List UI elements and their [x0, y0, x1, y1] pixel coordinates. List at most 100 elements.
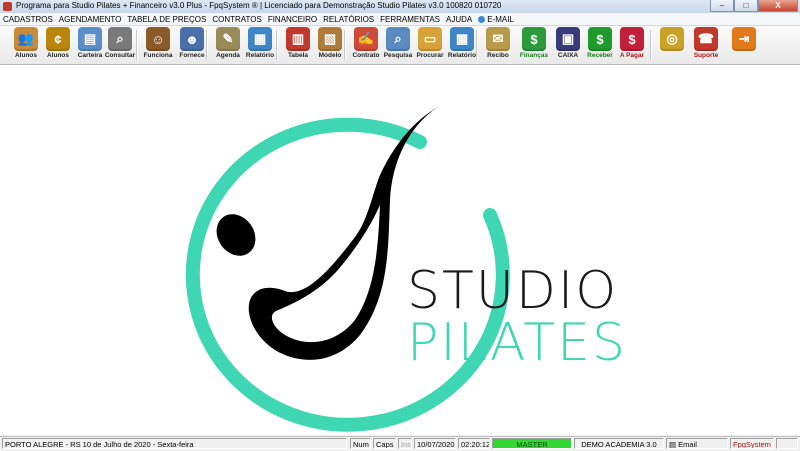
students-icon: 👥 — [14, 27, 38, 51]
toolbar-button-caixa-16[interactable]: ▣ CAIXA — [552, 27, 584, 62]
contract-icon: ✍ — [354, 27, 378, 51]
menu-bar: CADASTROS AGENDAMENTO TABELA DE PREÇOS C… — [0, 13, 800, 26]
status-location: PORTO ALEGRE - RS 10 de Julho de 2020 - … — [2, 438, 347, 449]
toolbar-button-label: A Pagar — [619, 52, 645, 59]
toolbar-button-a-pagar-18[interactable]: $ A Pagar — [616, 27, 648, 62]
gold-coin-icon: ◎ — [660, 27, 684, 51]
menu-agendamento[interactable]: AGENDAMENTO — [56, 15, 125, 24]
menu-ajuda[interactable]: AJUDA — [443, 15, 475, 24]
toolbar-button-label: Alunos — [46, 52, 70, 59]
toolbar-button-relat-rio-13[interactable]: ▦ Relatório — [446, 27, 478, 62]
menu-relatorios[interactable]: RELATÓRIOS — [320, 15, 377, 24]
toolbar-button-alunos-1[interactable]: ¢ Alunos — [42, 27, 74, 62]
toolbar-button-label: Finanças — [519, 52, 549, 59]
report-icon: ▦ — [248, 27, 272, 51]
toolbar-button-label: Contrato — [352, 52, 380, 59]
calendar-icon: ✎ — [216, 27, 240, 51]
toolbar-button-label: Suporte — [693, 52, 719, 59]
toolbar-button-recibo-14[interactable]: ✉ Recibo — [482, 27, 514, 62]
coin-icon: ¢ — [46, 27, 70, 51]
toolbar-button-fornece-5[interactable]: ☻ Fornece — [176, 27, 208, 62]
menu-tabela-de-precos[interactable]: TABELA DE PREÇOS — [124, 15, 209, 24]
title-bar: Programa para Studio Pilates + Financeir… — [0, 0, 800, 14]
toolbar-button-label: Pesquisa — [383, 52, 413, 59]
app-icon — [3, 2, 12, 11]
toolbar-button-consultar-3[interactable]: ⌕ Consultar — [104, 27, 136, 62]
toolbar-separator — [136, 30, 138, 60]
receipt-icon: ✉ — [486, 27, 510, 51]
report-box-icon: ▦ — [450, 27, 474, 51]
toolbar-button-agenda-6[interactable]: ✎ Agenda — [212, 27, 244, 62]
close-button[interactable]: X — [758, 0, 798, 12]
status-brand: FpqSystem — [730, 438, 774, 449]
exit-icon: ⇥ — [732, 27, 756, 51]
toolbar-button-alunos-0[interactable]: 👥 Alunos — [10, 27, 42, 62]
window-controls: ‒ □ X — [710, 0, 798, 12]
toolbar-separator — [476, 30, 478, 60]
template-icon: ▧ — [318, 27, 342, 51]
toolbar-button-label: Relatório — [245, 52, 275, 59]
toolbar-button-pesquisa-11[interactable]: ⌕ Pesquisa — [382, 27, 414, 62]
receive-icon: $ — [588, 27, 612, 51]
pay-icon: $ — [620, 27, 644, 51]
maximize-button[interactable]: □ — [734, 0, 758, 12]
status-company: DEMO ACADEMIA 3.0 — [574, 438, 664, 449]
menu-cadastros[interactable]: CADASTROS — [0, 15, 56, 24]
toolbar-button-label: Carteira — [77, 52, 103, 59]
window-title: Programa para Studio Pilates + Financeir… — [16, 1, 502, 10]
toolbar-button-tabela-8[interactable]: ▥ Tabela — [282, 27, 314, 62]
cashbox-icon: ▣ — [556, 27, 580, 51]
support-icon: ☎ — [694, 27, 718, 51]
logo-figure-head — [216, 214, 256, 256]
status-bar: PORTO ALEGRE - RS 10 de Julho de 2020 - … — [0, 436, 800, 451]
studio-pilates-logo: STUDIO PILATES — [185, 107, 627, 432]
menu-ferramentas[interactable]: FERRAMENTAS — [377, 15, 443, 24]
id-card-icon: ▤ — [78, 27, 102, 51]
toolbar-button-receber-17[interactable]: $ Receber — [584, 27, 616, 62]
price-table-icon: ▥ — [286, 27, 310, 51]
toolbar-button-label: Alunos — [14, 52, 38, 59]
folder-icon: ▭ — [418, 27, 442, 51]
status-email[interactable]: ▤ Email — [666, 438, 728, 449]
toolbar-separator — [276, 30, 278, 60]
logo-line-pilates: PILATES — [407, 313, 627, 373]
toolbar-button-label: Tabela — [287, 52, 309, 59]
menu-financeiro[interactable]: FINANCEIRO — [265, 15, 320, 24]
minimize-button[interactable]: ‒ — [710, 0, 734, 12]
status-grip — [776, 438, 798, 449]
status-caps: Caps — [373, 438, 396, 449]
toolbar-button-finan-as-15[interactable]: $ Finanças — [518, 27, 550, 62]
toolbar-button-gold-coin-19[interactable]: ◎ — [656, 27, 688, 62]
supplier-icon: ☻ — [180, 27, 204, 51]
toolbar-button-relat-rio-7[interactable]: ▦ Relatório — [244, 27, 276, 62]
toolbar-button-carteira-2[interactable]: ▤ Carteira — [74, 27, 106, 62]
toolbar-button-label: Procurar — [416, 52, 444, 59]
toolbar-button-modelo-9[interactable]: ▧ Modelo — [314, 27, 346, 62]
email-globe-icon — [478, 15, 486, 23]
menu-email[interactable]: E-MAIL — [475, 15, 517, 24]
toolbar-button-suporte-20[interactable]: ☎ Suporte — [690, 27, 722, 62]
toolbar-button-procurar-12[interactable]: ▭ Procurar — [414, 27, 446, 62]
toolbar-button-label: Agenda — [216, 52, 240, 59]
status-date: 10/07/2020 — [414, 438, 456, 449]
status-ins: Ins — [398, 438, 412, 449]
toolbar-separator — [344, 30, 346, 60]
status-num: Num — [350, 438, 371, 449]
status-user: MASTER — [492, 438, 572, 449]
toolbar-button-label: Relatório — [447, 52, 477, 59]
toolbar-button-funciona-4[interactable]: ☺ Funciona — [142, 27, 174, 62]
logo-line-studio: STUDIO — [407, 261, 618, 321]
toolbar-button-label: Consultar — [104, 52, 136, 59]
toolbar: 👥 Alunos ¢ Alunos ▤ Carteira ⌕ Consultar ☺ Funcio… — [0, 26, 800, 65]
toolbar-button-contrato-10[interactable]: ✍ Contrato — [350, 27, 382, 62]
status-email-label: Email — [678, 440, 697, 449]
search-doc-icon: ⌕ — [386, 27, 410, 51]
toolbar-button-label: Fornece — [179, 52, 205, 59]
menu-contratos[interactable]: CONTRATOS — [209, 15, 264, 24]
toolbar-button-exit-21[interactable]: ⇥ — [728, 27, 760, 62]
search-user-icon: ⌕ — [108, 27, 132, 51]
toolbar-button-label: Modelo — [318, 52, 342, 59]
toolbar-separator — [206, 30, 208, 60]
menu-email-label: E-MAIL — [487, 14, 514, 24]
email-icon: ▤ — [669, 440, 679, 449]
